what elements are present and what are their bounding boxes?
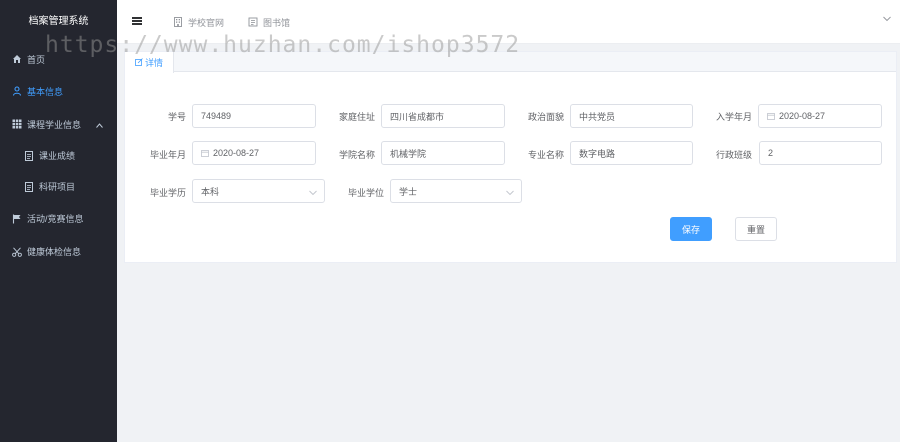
education-select[interactable]: 本科: [192, 179, 325, 203]
grad-date-value: 2020-08-27: [213, 148, 260, 158]
grid-icon: [12, 119, 22, 129]
class-no-label: 行政班级: [715, 150, 752, 160]
calendar-icon: [201, 149, 209, 157]
nav-link-label: 学校官网: [188, 18, 225, 28]
college-value: 机械学院: [390, 148, 427, 159]
document-icon: [24, 181, 34, 192]
degree-select[interactable]: 学士: [390, 179, 522, 203]
student-no-value: 749489: [201, 111, 232, 121]
app-title: 档案管理系统: [28, 16, 89, 27]
sidebar: 档案管理系统 首页 基本信息 课程学业信息 课业成绩 科研项目 活动/竞赛信息 …: [0, 0, 117, 442]
top-header: 学校官网 图书馆: [117, 0, 900, 44]
chevron-down-icon: [506, 188, 514, 198]
political-value: 中共党员: [579, 111, 616, 122]
building-icon: [173, 16, 183, 29]
college-label: 学院名称: [338, 150, 375, 160]
enroll-date-value: 2020-08-27: [779, 111, 826, 121]
grad-date-picker[interactable]: 2020-08-27: [192, 141, 316, 165]
calendar-icon: [767, 112, 775, 120]
major-value: 数字电路: [579, 148, 616, 159]
class-no-field[interactable]: 2: [759, 141, 882, 165]
address-field[interactable]: 四川省成都市: [381, 104, 505, 128]
sidebar-item-label: 健康体检信息: [27, 247, 82, 257]
flag-icon: [12, 214, 22, 224]
address-value: 四川省成都市: [390, 111, 445, 122]
save-button[interactable]: 保存: [670, 217, 712, 241]
edit-icon: [135, 57, 143, 68]
nav-link-label: 图书馆: [263, 18, 291, 28]
college-field[interactable]: 机械学院: [381, 141, 505, 165]
menu-toggle-icon[interactable]: [132, 17, 142, 25]
sidebar-item-health[interactable]: 健康体检信息: [0, 235, 117, 268]
home-icon: [12, 54, 22, 64]
book-icon: [248, 17, 258, 29]
chevron-up-icon: [96, 120, 103, 130]
sidebar-item-label: 课程学业信息: [27, 119, 82, 130]
sidebar-item-label: 活动/竞赛信息: [27, 214, 84, 224]
degree-value: 学士: [399, 186, 418, 197]
sidebar-item-label: 首页: [27, 54, 46, 65]
enroll-date-label: 入学年月: [715, 112, 752, 122]
major-field[interactable]: 数字电路: [570, 141, 693, 165]
user-icon: [12, 86, 22, 96]
enroll-date-picker[interactable]: 2020-08-27: [758, 104, 882, 128]
address-label: 家庭住址: [338, 112, 375, 122]
sidebar-item-course[interactable]: 课程学业信息: [0, 108, 117, 140]
sidebar-item-label: 课业成绩: [39, 151, 76, 161]
tab-details-label: 详情: [144, 58, 163, 68]
sidebar-item-basic-info[interactable]: 基本信息: [0, 74, 117, 108]
tab-details[interactable]: 详情: [125, 52, 174, 73]
student-no-label: 学号: [167, 112, 186, 122]
political-label: 政治面貌: [527, 112, 564, 122]
sidebar-item-activities[interactable]: 活动/竞赛信息: [0, 202, 117, 235]
scissors-icon: [12, 246, 22, 257]
student-no-field[interactable]: 749489: [192, 104, 316, 128]
degree-label: 毕业学位: [347, 188, 384, 198]
grad-date-label: 毕业年月: [149, 150, 186, 160]
card-tab-bar: 详情: [125, 52, 896, 73]
sidebar-item-home[interactable]: 首页: [0, 44, 117, 74]
sidebar-item-grades[interactable]: 课业成绩: [0, 140, 117, 171]
chevron-down-icon[interactable]: [883, 14, 891, 24]
sidebar-item-research[interactable]: 科研项目: [0, 171, 117, 202]
political-field[interactable]: 中共党员: [570, 104, 693, 128]
chevron-down-icon: [309, 188, 317, 198]
education-value: 本科: [201, 186, 220, 197]
nav-link-school-site[interactable]: 学校官网: [173, 16, 224, 29]
education-label: 毕业学历: [149, 188, 186, 198]
class-no-value: 2: [768, 148, 774, 158]
nav-link-library[interactable]: 图书馆: [248, 16, 290, 29]
major-label: 专业名称: [527, 150, 564, 160]
reset-button[interactable]: 重置: [735, 217, 777, 241]
sidebar-item-label: 基本信息: [27, 86, 64, 97]
sidebar-item-label: 科研项目: [39, 182, 76, 192]
document-icon: [24, 150, 34, 161]
